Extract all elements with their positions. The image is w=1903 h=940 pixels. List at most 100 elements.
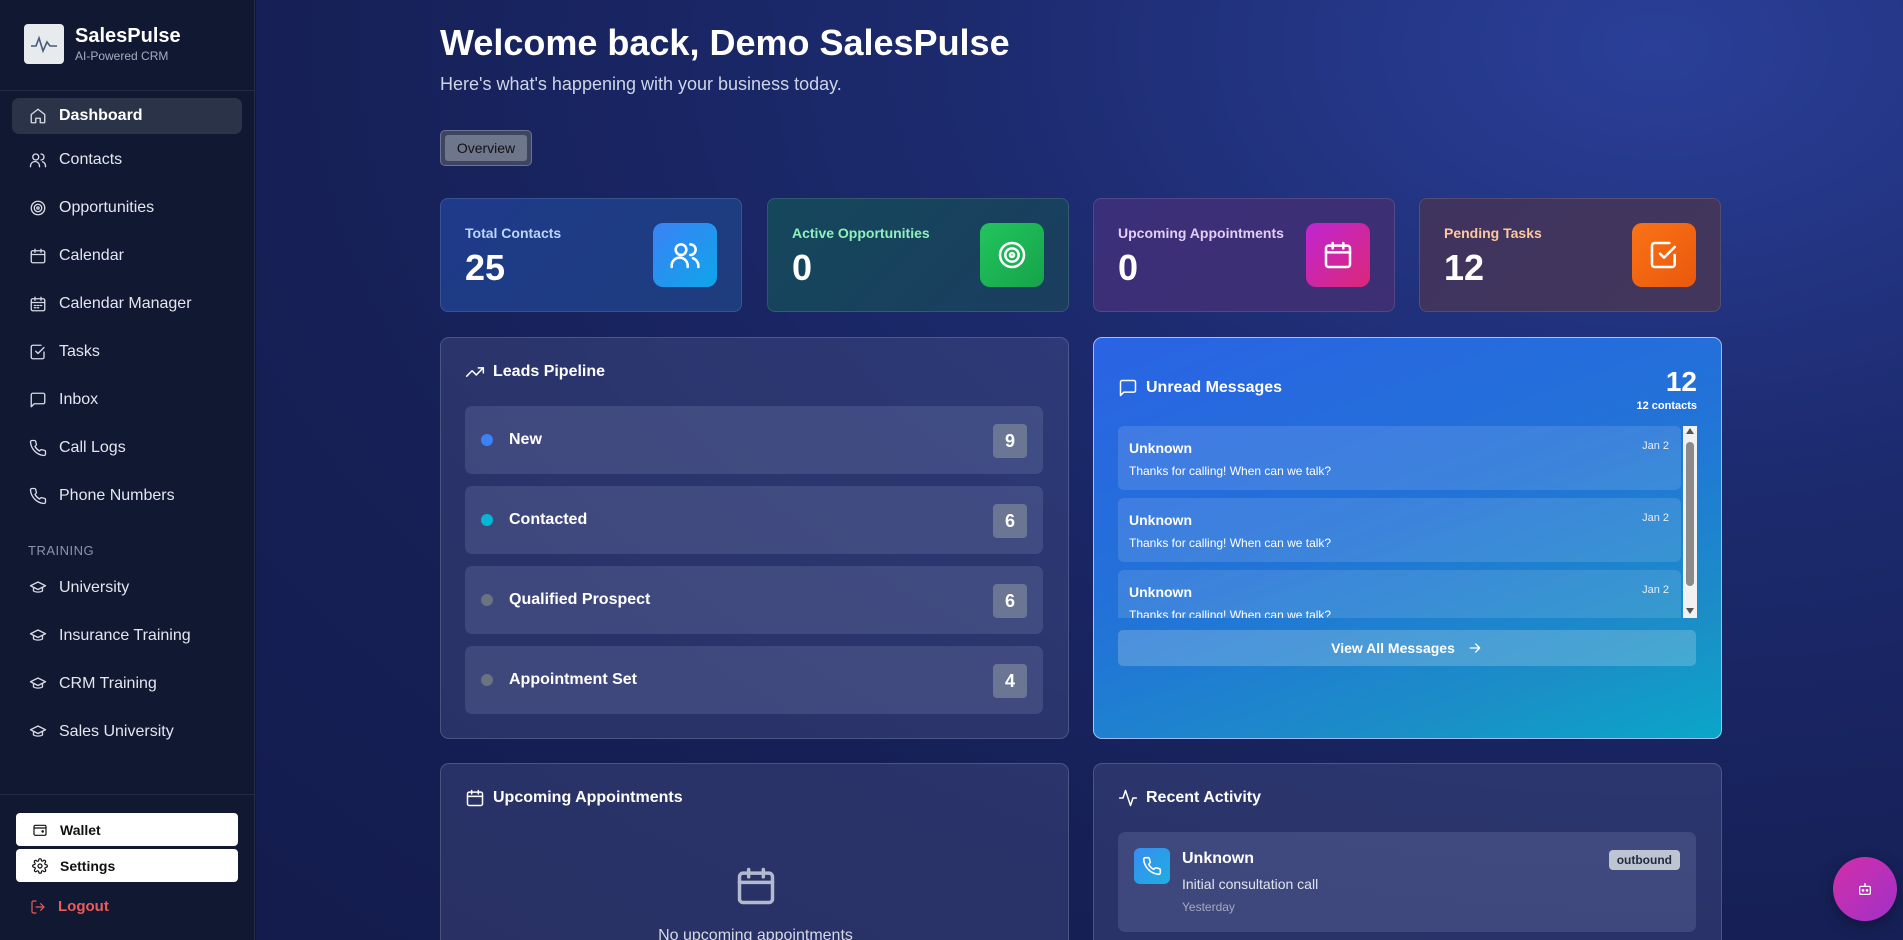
scrollbar[interactable] [1683,426,1697,618]
stat-label: Total Contacts [465,225,562,241]
section-label-training: TRAINING [28,543,95,558]
graduation-cap-icon [28,722,48,742]
unread-contacts: 12 contacts [1636,400,1697,412]
sidebar-item-call-logs[interactable]: Call Logs [12,430,242,466]
trending-up-icon [465,367,485,377]
activity-item[interactable]: Unknown Initial consultation call Yester… [1118,832,1696,932]
gear-icon [32,857,48,874]
stat-value: 25 [465,247,506,288]
message-item[interactable]: Unknown Jan 2 Thanks for calling! When c… [1118,498,1681,562]
sidebar-item-label: Dashboard [59,107,143,124]
message-text: Thanks for calling! When can we talk? [1129,536,1332,550]
stage-name: Qualified Prospect [509,591,651,608]
sidebar-item-label: Insurance Training [59,627,191,644]
stat-card-active-opportunities: Active Opportunities 0 [767,198,1069,312]
panel-title-text: Leads Pipeline [493,363,606,380]
calendar-icon [1306,223,1370,287]
message-sender: Unknown [1129,512,1192,528]
unread-messages-panel: Unread Messages 12 12 contacts Unknown J… [1093,337,1722,739]
settings-button[interactable]: Settings [16,849,238,882]
home-icon [28,106,48,126]
ai-assistant-button[interactable] [1833,857,1897,921]
scroll-up-icon[interactable] [1686,428,1694,434]
stat-card-total-contacts: Total Contacts 25 [440,198,742,312]
sidebar-item-tasks[interactable]: Tasks [12,334,242,370]
sidebar-item-inbox[interactable]: Inbox [12,382,242,418]
logout-button[interactable]: Logout [30,898,109,915]
phone-icon [1134,848,1170,884]
sidebar-item-contacts[interactable]: Contacts [12,142,242,178]
panel-title-text: Recent Activity [1146,789,1261,806]
main-content: Welcome back, Demo SalesPulse Here's wha… [256,0,1903,940]
page-subtitle: Here's what's happening with your busine… [440,74,842,94]
pipeline-stage-new[interactable]: New 9 [465,406,1043,474]
message-item[interactable]: Unknown Jan 2 Thanks for calling! When c… [1118,570,1681,618]
logout-label: Logout [58,898,109,915]
status-dot [481,674,493,686]
sidebar-item-phone-numbers[interactable]: Phone Numbers [12,478,242,514]
message-icon [1119,379,1137,397]
phone-icon [28,438,48,458]
view-all-label: View All Messages [1331,640,1455,656]
sidebar-item-label: Sales University [59,723,174,740]
wallet-button[interactable]: Wallet [16,813,238,846]
sidebar-item-calendar-manager[interactable]: Calendar Manager [12,286,242,322]
calendar-icon [734,864,778,913]
tab-overview[interactable]: Overview [445,135,527,161]
brand-name: SalesPulse [75,25,181,47]
recent-activity-panel: Recent Activity Unknown Initial consulta… [1093,763,1722,940]
stat-card-upcoming-appointments: Upcoming Appointments 0 [1093,198,1395,312]
phone-icon [28,486,48,506]
scrollbar-thumb[interactable] [1686,442,1694,586]
sidebar-item-opportunities[interactable]: Opportunities [12,190,242,226]
stat-value: 0 [792,247,813,288]
sidebar-item-insurance-training[interactable]: Insurance Training [12,618,242,654]
panel-title: Recent Activity [1118,788,1261,808]
stat-value: 0 [1118,247,1139,288]
stage-count: 6 [993,504,1027,538]
check-square-icon [1632,223,1696,287]
sidebar-item-sales-university[interactable]: Sales University [12,714,242,750]
sidebar-item-dashboard[interactable]: Dashboard [12,98,242,134]
stat-value: 12 [1444,247,1485,288]
brand-tagline: AI-Powered CRM [75,49,169,63]
message-date: Jan 2 [1642,584,1669,596]
arrow-right-icon [1469,643,1481,653]
panel-title: Leads Pipeline [465,362,605,382]
logout-icon [31,899,45,914]
target-icon [980,223,1044,287]
activity-description: Initial consultation call [1182,876,1319,892]
message-sender: Unknown [1129,440,1192,456]
sidebar-item-crm-training[interactable]: CRM Training [12,666,242,702]
sidebar-item-label: Contacts [59,151,123,168]
stage-count: 9 [993,424,1027,458]
scroll-down-icon[interactable] [1686,608,1694,614]
graduation-cap-icon [28,578,48,598]
brand[interactable]: SalesPulse AI-Powered CRM [24,24,181,64]
pipeline-stage-contacted[interactable]: Contacted 6 [465,486,1043,554]
stage-count: 6 [993,584,1027,618]
panel-title-text: Unread Messages [1146,379,1283,396]
message-text: Thanks for calling! When can we talk? [1129,608,1332,618]
message-list[interactable]: Unknown Jan 2 Thanks for calling! When c… [1118,426,1685,618]
stage-name: Appointment Set [509,671,637,688]
activity-name: Unknown [1182,850,1254,867]
unread-count: 12 [1665,366,1697,397]
sidebar-item-label: Tasks [59,343,100,360]
stage-count: 4 [993,664,1027,698]
divider [0,794,255,795]
sidebar-item-calendar[interactable]: Calendar [12,238,242,274]
pipeline-stage-qualified-prospect[interactable]: Qualified Prospect 6 [465,566,1043,634]
message-date: Jan 2 [1642,512,1669,524]
graduation-cap-icon [28,626,48,646]
sidebar-item-university[interactable]: University [12,570,242,606]
tab-list: Overview [440,130,532,166]
view-all-messages-button[interactable]: View All Messages [1118,630,1696,666]
message-item[interactable]: Unknown Jan 2 Thanks for calling! When c… [1118,426,1681,490]
sidebar-item-label: Calendar [59,247,124,264]
panel-title-text: Upcoming Appointments [493,789,683,806]
calendar-grid-icon [28,294,48,314]
message-date: Jan 2 [1642,440,1669,452]
settings-label: Settings [60,857,116,874]
pipeline-stage-appointment-set[interactable]: Appointment Set 4 [465,646,1043,714]
